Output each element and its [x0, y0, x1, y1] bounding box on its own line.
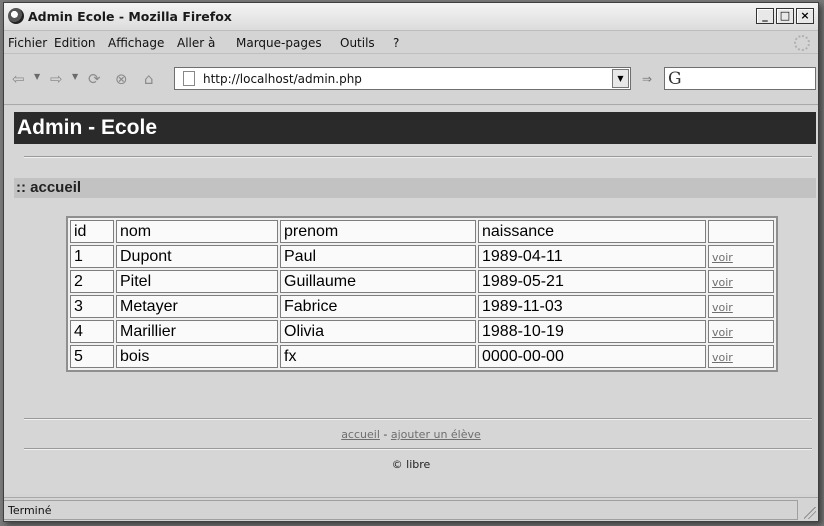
- search-engine-icon[interactable]: G: [668, 69, 682, 89]
- browser-window: Admin Ecole - Mozilla Firefox _ □ × Fich…: [3, 2, 819, 522]
- menu-bar: Fichier Edition Affichage Aller à Marque…: [4, 32, 818, 54]
- forward-history-dropdown-icon[interactable]: ▼: [72, 72, 78, 81]
- back-arrow-icon[interactable]: ⇦: [12, 71, 25, 87]
- cell-id: 3: [70, 295, 114, 318]
- cell-action: voir: [708, 270, 774, 293]
- cell-action: voir: [708, 345, 774, 368]
- page-content: Admin - Ecole :: accueil id nom prenom n…: [4, 106, 818, 494]
- forward-arrow-icon[interactable]: ⇨: [50, 71, 63, 87]
- table-row: 1 Dupont Paul 1989-04-11 voir: [70, 245, 774, 268]
- voir-link[interactable]: voir: [712, 251, 733, 264]
- maximize-button[interactable]: □: [776, 8, 794, 24]
- cell-action: voir: [708, 295, 774, 318]
- voir-link[interactable]: voir: [712, 301, 733, 314]
- cell-id: 4: [70, 320, 114, 343]
- menu-affichage[interactable]: Affichage: [108, 36, 164, 50]
- reload-icon[interactable]: ⟳: [88, 71, 101, 87]
- cell-naissance: 1989-04-11: [478, 245, 706, 268]
- status-panel: [4, 500, 798, 520]
- cell-id: 5: [70, 345, 114, 368]
- cell-nom: Metayer: [116, 295, 278, 318]
- status-bar: Terminé: [4, 497, 818, 521]
- divider: [24, 418, 812, 420]
- cell-action: voir: [708, 245, 774, 268]
- window-controls: _ □ ×: [756, 8, 814, 24]
- menu-fichier[interactable]: Fichier: [8, 36, 47, 50]
- menu-aller-a[interactable]: Aller à: [177, 36, 215, 50]
- cell-id: 2: [70, 270, 114, 293]
- section-title: :: accueil: [14, 178, 816, 198]
- table-header-row: id nom prenom naissance: [70, 220, 774, 243]
- table-row: 3 Metayer Fabrice 1989-11-03 voir: [70, 295, 774, 318]
- cell-nom: Dupont: [116, 245, 278, 268]
- title-bar: Admin Ecole - Mozilla Firefox _ □ ×: [4, 3, 818, 31]
- table-row: 2 Pitel Guillaume 1989-05-21 voir: [70, 270, 774, 293]
- cell-nom: Marillier: [116, 320, 278, 343]
- go-button-icon[interactable]: ⇒: [642, 72, 652, 86]
- add-student-link[interactable]: ajouter un élève: [391, 428, 481, 441]
- column-header-naissance: naissance: [478, 220, 706, 243]
- navigation-toolbar: ⇦ ▼ ⇨ ▼ ⟳ ⊗ ⌂ http://localhost/admin.php…: [4, 55, 818, 105]
- menu-marque-pages[interactable]: Marque-pages: [236, 36, 322, 50]
- cell-prenom: Paul: [280, 245, 476, 268]
- divider: [24, 156, 812, 158]
- site-header: Admin - Ecole: [14, 112, 816, 144]
- divider: [24, 448, 812, 450]
- table-row: 4 Marillier Olivia 1988-10-19 voir: [70, 320, 774, 343]
- footer-separator: -: [383, 428, 388, 441]
- cell-nom: bois: [116, 345, 278, 368]
- cell-prenom: Olivia: [280, 320, 476, 343]
- url-text[interactable]: http://localhost/admin.php: [203, 72, 362, 86]
- cell-naissance: 1989-11-03: [478, 295, 706, 318]
- cell-action: voir: [708, 320, 774, 343]
- copyright-text: © libre: [391, 458, 431, 471]
- firefox-icon: [8, 8, 24, 24]
- minimize-button[interactable]: _: [756, 8, 774, 24]
- column-header-id: id: [70, 220, 114, 243]
- column-header-action: [708, 220, 774, 243]
- cell-prenom: Guillaume: [280, 270, 476, 293]
- home-icon[interactable]: ⌂: [144, 71, 154, 87]
- footer-links: accueil - ajouter un élève: [4, 428, 818, 441]
- address-bar[interactable]: http://localhost/admin.php ▼: [174, 67, 631, 90]
- cell-prenom: Fabrice: [280, 295, 476, 318]
- menu-help[interactable]: ?: [393, 36, 399, 50]
- cell-prenom: fx: [280, 345, 476, 368]
- table-row: 5 bois fx 0000-00-00 voir: [70, 345, 774, 368]
- search-box[interactable]: G: [664, 67, 816, 90]
- status-text: Terminé: [8, 504, 52, 517]
- menu-outils[interactable]: Outils: [340, 36, 375, 50]
- resize-grip-icon[interactable]: [804, 507, 816, 519]
- voir-link[interactable]: voir: [712, 326, 733, 339]
- cell-naissance: 1988-10-19: [478, 320, 706, 343]
- voir-link[interactable]: voir: [712, 276, 733, 289]
- cell-naissance: 0000-00-00: [478, 345, 706, 368]
- accueil-link[interactable]: accueil: [341, 428, 380, 441]
- voir-link[interactable]: voir: [712, 351, 733, 364]
- column-header-nom: nom: [116, 220, 278, 243]
- cell-nom: Pitel: [116, 270, 278, 293]
- cell-id: 1: [70, 245, 114, 268]
- close-button[interactable]: ×: [796, 8, 814, 24]
- url-dropdown-icon[interactable]: ▼: [612, 69, 629, 88]
- stop-icon[interactable]: ⊗: [115, 71, 128, 87]
- window-title: Admin Ecole - Mozilla Firefox: [28, 9, 232, 24]
- students-table: id nom prenom naissance 1 Dupont Paul 19…: [66, 216, 778, 372]
- column-header-prenom: prenom: [280, 220, 476, 243]
- throbber-icon: [794, 35, 810, 51]
- page-icon: [183, 71, 195, 86]
- back-history-dropdown-icon[interactable]: ▼: [34, 72, 40, 81]
- menu-edition[interactable]: Edition: [54, 36, 96, 50]
- cell-naissance: 1989-05-21: [478, 270, 706, 293]
